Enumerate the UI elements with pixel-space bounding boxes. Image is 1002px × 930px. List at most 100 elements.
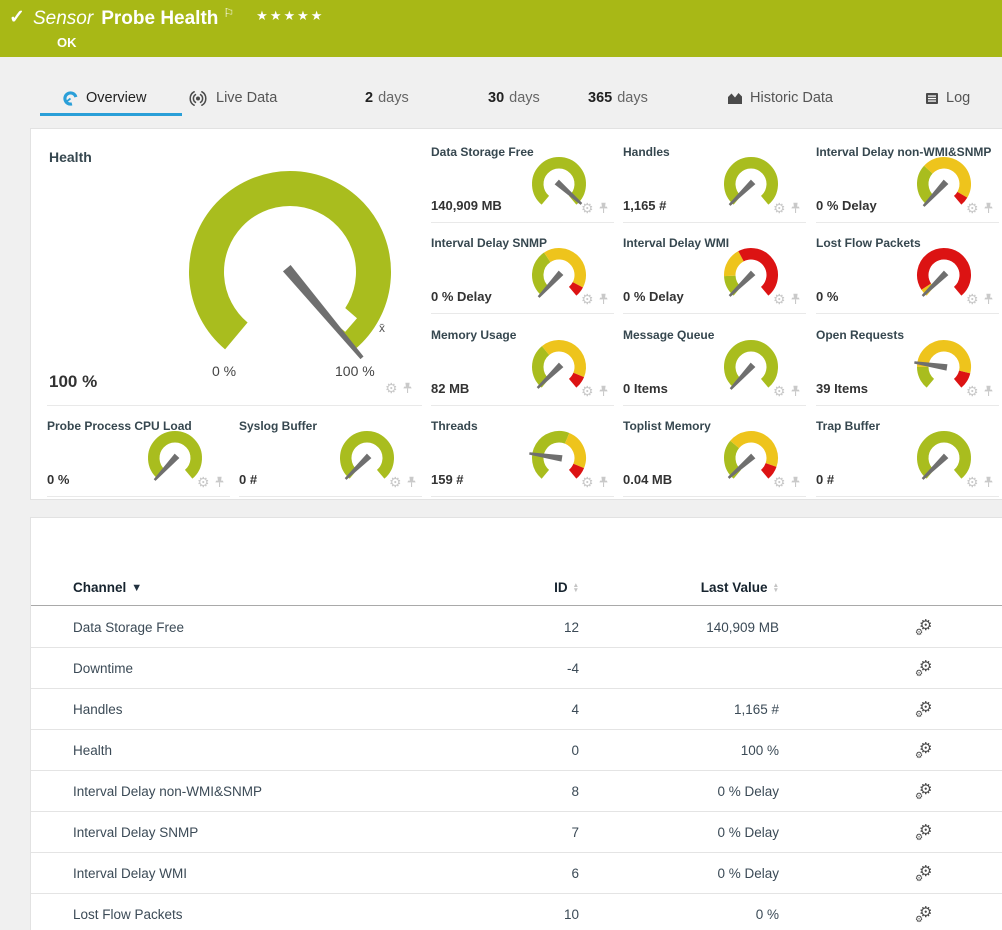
- tab-num: 30: [488, 90, 504, 106]
- gear-icon[interactable]: ⚙: [966, 475, 979, 489]
- gauge-title: Toplist Memory: [623, 419, 711, 433]
- gauge-title: Trap Buffer: [816, 419, 880, 433]
- tab-label: Overview: [86, 90, 146, 106]
- gear-icon[interactable]: ⚙: [966, 201, 979, 215]
- gauge-max-label: 100 %: [335, 363, 375, 379]
- gauge-value: 0 % Delay: [816, 198, 877, 213]
- gauge-title: Syslog Buffer: [239, 419, 317, 433]
- gauge-cell: Toplist Memory 0.04 MB ⚙: [623, 415, 806, 497]
- gear-icon[interactable]: ⚙: [197, 475, 210, 489]
- gauge-title: Handles: [623, 145, 670, 159]
- gauge-cell: Trap Buffer 0 # ⚙: [816, 415, 999, 497]
- gear-icon[interactable]: ⚙: [581, 475, 594, 489]
- tab-historic-data[interactable]: Historic Data: [727, 78, 833, 118]
- pin-icon[interactable]: [790, 476, 801, 489]
- pin-icon[interactable]: [214, 476, 225, 489]
- channel-id: 10: [419, 907, 579, 922]
- channel-settings-icon[interactable]: ⚙⚙: [919, 905, 937, 923]
- pin-icon[interactable]: [983, 202, 994, 215]
- pin-icon[interactable]: [790, 293, 801, 306]
- channel-settings-icon[interactable]: ⚙⚙: [919, 659, 937, 677]
- channel-name[interactable]: Downtime: [31, 661, 419, 676]
- gear-icon[interactable]: ⚙: [773, 292, 786, 306]
- gauge-value: 159 #: [431, 472, 464, 487]
- gauges-panel: Health 0 % 100 % x̄ 100 % ⚙ Data Storage…: [30, 128, 1002, 500]
- channel-settings-icon[interactable]: ⚙⚙: [919, 823, 937, 841]
- pin-icon[interactable]: [598, 202, 609, 215]
- sort-caret-icon: ▼: [131, 582, 142, 594]
- table-row: Interval Delay WMI60 % Delay⚙⚙: [31, 853, 1002, 894]
- tab-overview[interactable]: Overview: [62, 78, 146, 118]
- tab-30-days[interactable]: 30 days: [488, 78, 540, 118]
- gear-icon[interactable]: ⚙: [581, 384, 594, 398]
- tab-live-data[interactable]: Live Data: [187, 78, 277, 118]
- pin-icon[interactable]: [790, 385, 801, 398]
- gear-icon[interactable]: ⚙: [385, 381, 398, 395]
- gauge-title: Message Queue: [623, 328, 714, 342]
- channel-id: 6: [419, 866, 579, 881]
- gauge-value: 0.04 MB: [623, 472, 672, 487]
- gear-icon[interactable]: ⚙: [581, 201, 594, 215]
- table-body: Data Storage Free12140,909 MB⚙⚙Downtime-…: [31, 607, 1002, 930]
- table-row: Data Storage Free12140,909 MB⚙⚙: [31, 607, 1002, 648]
- column-header-id[interactable]: ID▲▼: [419, 580, 579, 595]
- gear-icon[interactable]: ⚙: [773, 201, 786, 215]
- pin-icon[interactable]: [790, 202, 801, 215]
- gauge-title: Health: [49, 149, 92, 165]
- gauge-value: 140,909 MB: [431, 198, 502, 213]
- gauge-icon: [62, 90, 79, 107]
- tab-label: days: [378, 90, 409, 106]
- gear-icon[interactable]: ⚙: [773, 475, 786, 489]
- channel-name[interactable]: Data Storage Free: [31, 620, 419, 635]
- table-header: Channel▼ ID▲▼ Last Value▲▼: [31, 570, 1002, 606]
- pin-icon[interactable]: [598, 476, 609, 489]
- channel-name[interactable]: Handles: [31, 702, 419, 717]
- pin-icon[interactable]: [983, 293, 994, 306]
- gauge-cell: Data Storage Free140,909 MB⚙: [431, 141, 614, 223]
- channel-settings-icon[interactable]: ⚙⚙: [919, 864, 937, 882]
- channel-settings-icon[interactable]: ⚙⚙: [919, 700, 937, 718]
- pin-icon[interactable]: [598, 293, 609, 306]
- gauge-cell: Threads159 #⚙: [431, 415, 614, 497]
- gear-icon[interactable]: ⚙: [581, 292, 594, 306]
- channel-settings-icon[interactable]: ⚙⚙: [919, 741, 937, 759]
- priority-stars[interactable]: ★★★★★: [256, 8, 324, 24]
- gauge-value: 0 %: [47, 472, 69, 487]
- column-header-channel[interactable]: Channel▼: [31, 580, 419, 595]
- tab-label: days: [509, 90, 540, 106]
- pin-icon[interactable]: [983, 385, 994, 398]
- pin-icon[interactable]: [598, 385, 609, 398]
- health-gauge: [165, 169, 415, 394]
- channel-name[interactable]: Interval Delay SNMP: [31, 825, 419, 840]
- table-row: Interval Delay SNMP70 % Delay⚙⚙: [31, 812, 1002, 853]
- flag-icon[interactable]: ⚐: [223, 6, 234, 20]
- gauge-min-label: 0 %: [212, 363, 236, 379]
- gear-icon[interactable]: ⚙: [389, 475, 402, 489]
- channel-name[interactable]: Interval Delay WMI: [31, 866, 419, 881]
- gear-icon[interactable]: ⚙: [966, 292, 979, 306]
- gear-icon[interactable]: ⚙: [773, 384, 786, 398]
- gauge-value: 0 #: [816, 472, 834, 487]
- log-icon: [925, 92, 939, 105]
- column-header-last-value[interactable]: Last Value▲▼: [579, 580, 779, 595]
- gauge-value: 39 Items: [816, 381, 868, 396]
- channel-name[interactable]: Health: [31, 743, 419, 758]
- gauge-value: 100 %: [49, 372, 97, 392]
- tab-log[interactable]: Log: [925, 78, 970, 118]
- tab-365-days[interactable]: 365days: [588, 78, 648, 118]
- channel-id: 4: [419, 702, 579, 717]
- channel-name[interactable]: Interval Delay non-WMI&SNMP: [31, 784, 419, 799]
- channel-settings-icon[interactable]: ⚙⚙: [919, 618, 937, 636]
- average-marker: x̄: [379, 321, 385, 335]
- pin-icon[interactable]: [983, 476, 994, 489]
- channel-settings-icon[interactable]: ⚙⚙: [919, 782, 937, 800]
- channel-last-value: 1,165 #: [579, 702, 779, 717]
- pin-icon[interactable]: [402, 382, 413, 395]
- channel-id: 0: [419, 743, 579, 758]
- pin-icon[interactable]: [406, 476, 417, 489]
- tab-label: days: [617, 90, 648, 106]
- tab-label: Historic Data: [750, 90, 833, 106]
- gear-icon[interactable]: ⚙: [966, 384, 979, 398]
- channel-name[interactable]: Lost Flow Packets: [31, 907, 419, 922]
- tab-2-days[interactable]: 2days: [365, 78, 409, 118]
